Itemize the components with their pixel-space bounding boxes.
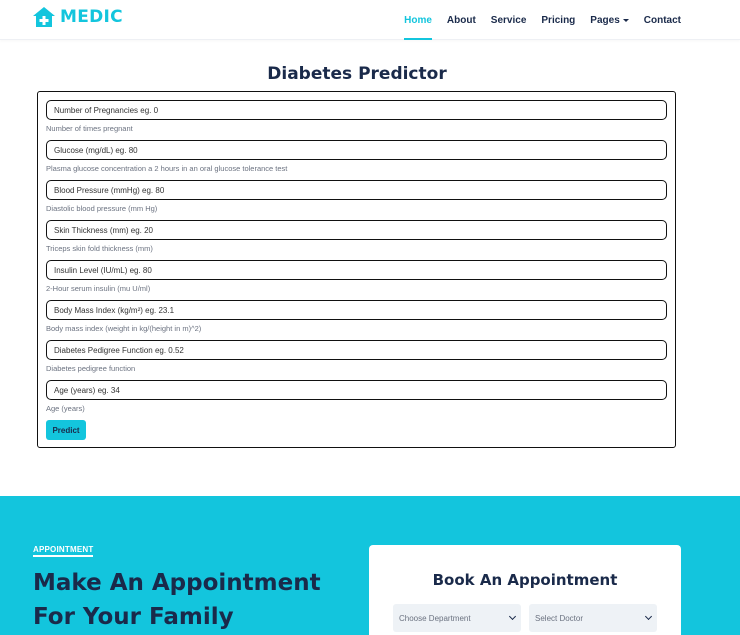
hospital-cross-icon [33,7,55,27]
glucose-input[interactable] [46,140,667,160]
age-help: Age (years) [46,404,85,413]
field-pregnancies: Number of times pregnant [46,100,667,133]
appointment-kicker: APPOINTMENT [33,545,94,557]
nav-about[interactable]: About [447,0,476,40]
field-age: Age (years) [46,380,667,413]
glucose-help: Plasma glucose concentration a 2 hours i… [46,164,288,173]
nav-about-label: About [446,14,476,26]
insulin-input[interactable] [46,260,667,280]
caret-down-icon [622,19,629,22]
bmi-help: Body mass index (weight in kg/(height in… [46,324,202,333]
pregnancies-input[interactable] [46,100,667,120]
nav-home[interactable]: Home [404,0,432,40]
appointment-section: APPOINTMENT Make An Appointment For Your… [0,496,740,635]
nav-pages-dropdown[interactable]: Pages [590,0,629,40]
brand-name: MEDIC [60,7,123,27]
blood-pressure-help: Diastolic blood pressure (mm Hg) [46,204,158,213]
appointment-heading: Make An Appointment For Your Family [33,570,321,630]
field-skin-thickness: Triceps skin fold thickness (mm) [46,220,667,253]
nav-home-label: Home [404,14,432,26]
navbar: MEDIC Home About Service Pricing Pages C… [0,0,740,40]
nav-contact[interactable]: Contact [644,0,681,40]
field-pedigree: Diabetes pedigree function [46,340,667,373]
skin-thickness-help: Triceps skin fold thickness (mm) [46,244,153,253]
field-blood-pressure: Diastolic blood pressure (mm Hg) [46,180,667,213]
field-glucose: Plasma glucose concentration a 2 hours i… [46,140,667,173]
nav-contact-label: Contact [643,14,681,26]
pregnancies-help: Number of times pregnant [46,124,133,133]
blood-pressure-input[interactable] [46,180,667,200]
predictor-form: Number of times pregnant Plasma glucose … [37,91,676,448]
predictor-title: Diabetes Predictor [267,64,447,84]
predict-button[interactable]: Predict [46,420,86,440]
skin-thickness-input[interactable] [46,220,667,240]
nav-pricing-label: Pricing [541,14,576,26]
chevron-down-icon [508,612,517,621]
nav-pricing[interactable]: Pricing [541,0,575,40]
pedigree-help: Diabetes pedigree function [46,364,136,373]
nav-service-label: Service [490,14,527,26]
nav-service[interactable]: Service [491,0,527,40]
field-insulin: 2-Hour serum insulin (mu U/ml) [46,260,667,293]
doctor-select[interactable]: Select Doctor [529,604,657,632]
brand-logo[interactable]: MEDIC [32,6,123,28]
main-nav: Home About Service Pricing Pages Contact [389,0,681,40]
doctor-select-value: Select Doctor [535,613,584,623]
insulin-help: 2-Hour serum insulin (mu U/ml) [46,284,151,293]
pedigree-input[interactable] [46,340,667,360]
chevron-down-icon [644,612,653,621]
department-select[interactable]: Choose Department [393,604,521,632]
field-bmi: Body mass index (weight in kg/(height in… [46,300,667,333]
age-input[interactable] [46,380,667,400]
appointment-card: Book An Appointment Choose Department Se… [369,545,681,635]
nav-pages-label: Pages [590,14,620,26]
bmi-input[interactable] [46,300,667,320]
department-select-value: Choose Department [399,613,471,623]
appointment-card-title: Book An Appointment [432,571,618,589]
